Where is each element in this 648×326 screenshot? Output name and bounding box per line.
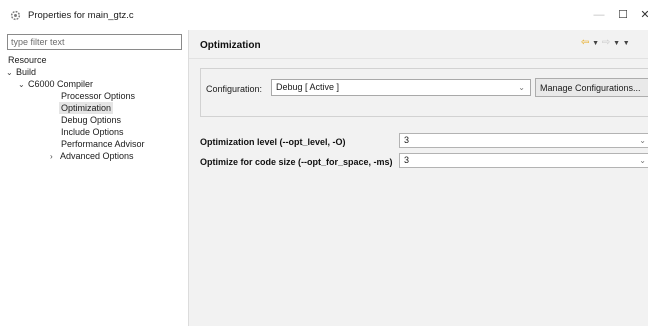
opt-for-space-label: Optimize for code size (--opt_for_space,… (200, 157, 393, 167)
tree-item-include-options[interactable]: Include Options (61, 126, 124, 138)
chevron-down-icon[interactable]: ▼ (592, 40, 599, 47)
chevron-down-icon[interactable]: ▼ (613, 40, 620, 47)
tree-item-label: Advanced Options (60, 151, 134, 161)
opt-level-select[interactable]: 3 ⌄ (399, 133, 648, 148)
opt-level-label: Optimization level (--opt_level, -O) (200, 137, 346, 147)
page-title: Optimization (200, 40, 261, 51)
filter-input[interactable] (7, 34, 182, 50)
configuration-value: Debug [ Active ] (276, 82, 340, 92)
window-title: Properties for main_gtz.c (28, 10, 134, 21)
tree-item-label: Debug Options (61, 115, 122, 125)
tree-item-label: C6000 Compiler (28, 79, 94, 89)
history-nav: ⇦ ▼ ⇨ ▼ ▼ (581, 37, 630, 48)
tree-item-label: Performance Advisor (61, 139, 145, 149)
opt-for-space-value: 3 (404, 155, 410, 165)
chevron-down-icon[interactable]: ⌄ (18, 79, 28, 91)
chevron-down-icon[interactable]: ⌄ (6, 67, 16, 79)
title-bar: Properties for main_gtz.c — ☐ ✕ (0, 0, 648, 30)
tree-item-label: Processor Options (61, 91, 136, 101)
opt-for-space-select[interactable]: 3 ⌄ (399, 153, 648, 168)
maximize-button[interactable]: ☐ (612, 6, 634, 24)
configuration-label: Configuration: (206, 84, 263, 94)
opt-level-value: 3 (404, 135, 410, 145)
page-header: Optimization ⇦ ▼ ⇨ ▼ ▼ (189, 30, 648, 59)
tree-item-advanced-options[interactable]: › Advanced Options (50, 150, 134, 162)
tree-item-debug-options[interactable]: Debug Options (61, 114, 121, 126)
minimize-button[interactable]: — (588, 6, 610, 24)
tree-item-build[interactable]: ⌄ Build (6, 66, 36, 78)
tree-item-label: Resource (8, 55, 47, 65)
tree-item-label: Build (16, 67, 37, 77)
chevron-right-icon[interactable]: › (50, 151, 60, 163)
chevron-down-icon: ⌄ (639, 156, 646, 165)
manage-configurations-button[interactable]: Manage Configurations... (535, 78, 648, 97)
tree-item-performance-advisor[interactable]: Performance Advisor (61, 138, 145, 150)
back-arrow-icon[interactable]: ⇦ (581, 37, 589, 48)
gear-icon (10, 10, 21, 21)
tree-item-c6000-compiler[interactable]: ⌄ C6000 Compiler (18, 78, 93, 90)
tree-item-label: Include Options (61, 127, 124, 137)
tree-item-resource[interactable]: Resource (8, 54, 47, 66)
tree-item-label: Optimization (61, 103, 112, 113)
view-menu-icon[interactable]: ▼ (623, 40, 630, 47)
close-button[interactable]: ✕ (634, 6, 648, 24)
configuration-select[interactable]: Debug [ Active ] ⌄ (271, 79, 531, 96)
forward-arrow-icon[interactable]: ⇨ (602, 37, 610, 48)
chevron-down-icon: ⌄ (518, 83, 525, 92)
chevron-down-icon: ⌄ (639, 136, 646, 145)
tree-item-processor-options[interactable]: Processor Options (61, 90, 135, 102)
tree-item-optimization[interactable]: Optimization (59, 102, 114, 114)
